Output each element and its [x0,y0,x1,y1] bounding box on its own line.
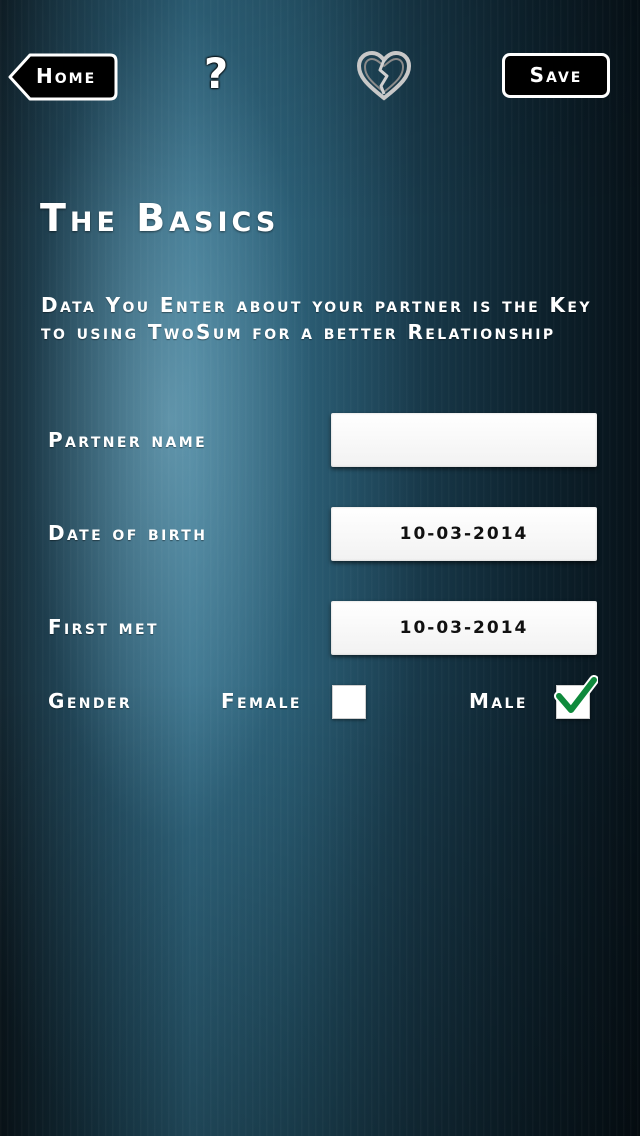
home-button[interactable]: Home [8,53,118,101]
female-checkbox[interactable] [332,685,366,719]
home-label: Home [36,64,97,88]
first-met-label: First met [48,615,159,639]
date-of-birth-label: Date of birth [48,521,208,545]
page-title: The Basics [40,196,280,240]
date-of-birth-input[interactable]: 10-03-2014 [331,507,597,561]
checkmark-icon [554,675,598,715]
broken-heart-icon[interactable] [356,50,412,102]
male-option-label: Male [469,689,528,713]
first-met-input[interactable]: 10-03-2014 [331,601,597,655]
partner-name-input[interactable] [331,413,597,467]
save-button[interactable]: Save [502,53,610,98]
female-option-label: Female [221,689,302,713]
partner-name-label: Partner name [48,428,208,452]
question-mark-icon[interactable]: ? [196,50,236,98]
intro-text: Data You Enter about your partner is the… [41,293,592,344]
male-checkbox[interactable] [554,675,598,719]
gender-label: Gender [48,689,133,713]
background-texture [0,0,640,1136]
